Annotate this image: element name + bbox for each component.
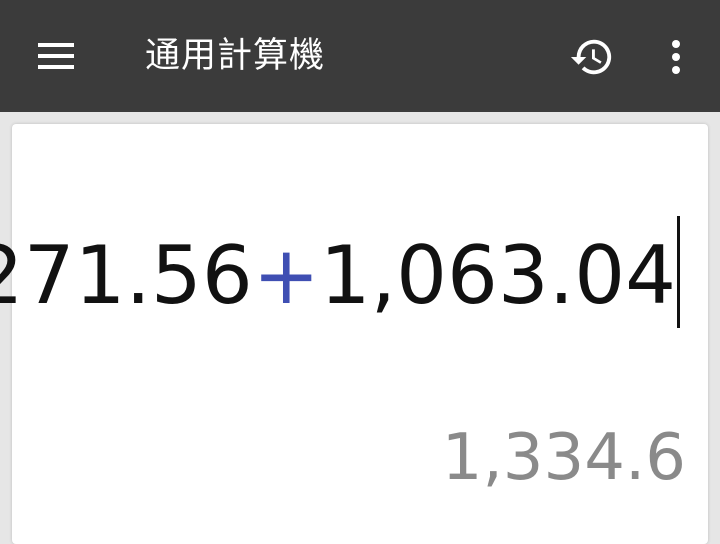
expression-operand-right: 1,063.04 <box>319 229 676 322</box>
more-options-button[interactable] <box>650 28 702 86</box>
more-vertical-icon <box>672 40 680 74</box>
expression-operand-left: 271.56 <box>0 229 253 322</box>
hamburger-menu-icon <box>38 43 74 69</box>
result-preview: 1,334.6 <box>441 421 686 495</box>
expression-operator: + <box>252 229 320 322</box>
calculator-display: 271.56+1,063.04 1,334.6 <box>0 124 708 544</box>
history-icon <box>570 39 612 75</box>
text-cursor <box>677 216 680 328</box>
expression-input[interactable]: 271.56+1,063.04 <box>0 216 680 336</box>
history-button[interactable] <box>560 28 624 86</box>
menu-button[interactable] <box>20 26 92 86</box>
page-title: 通用計算機 <box>145 36 326 76</box>
app-bar: 通用計算機 <box>0 0 720 112</box>
